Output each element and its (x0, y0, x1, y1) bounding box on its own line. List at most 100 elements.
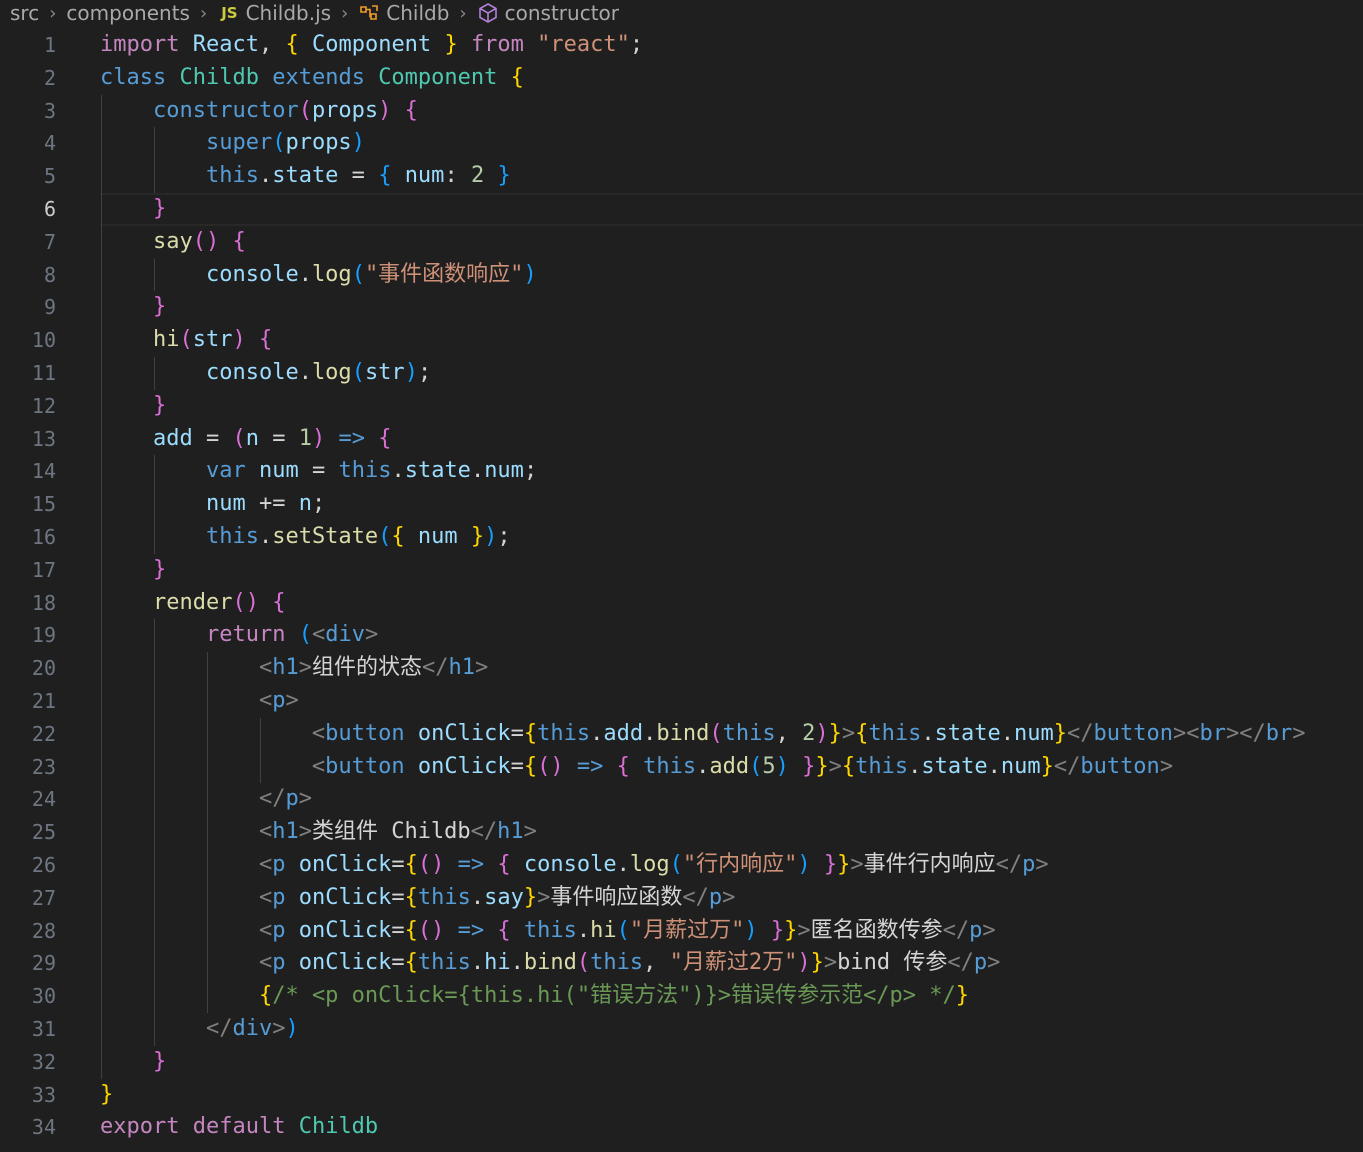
code-line[interactable]: 29 <p onClick={this.hi.bind(this, "月薪过2万… (0, 947, 1363, 981)
code-text: {/* <p onClick={this.hi("错误方法")}>错误传参示范<… (100, 980, 969, 1013)
code-line[interactable]: 7 say() { (0, 225, 1363, 259)
code-token: > (1292, 720, 1306, 746)
code-token: </ (205, 1015, 233, 1041)
code-line[interactable]: 4 super(props) (0, 127, 1363, 161)
code-line[interactable]: 2 class Childb extends Component { (0, 62, 1363, 95)
breadcrumb-item-file[interactable]: JS Childb.js (207, 1, 331, 25)
code-token: this (205, 523, 259, 549)
code-token: from (470, 32, 524, 57)
code-line[interactable]: 24 </p> (0, 783, 1363, 817)
code-line[interactable]: 1 import React, { Component } from "react… (0, 29, 1363, 62)
code-line[interactable]: 27 <p onClick={this.say}>事件响应函数</p> (0, 881, 1363, 915)
code-line[interactable]: 21 <p> (0, 684, 1363, 718)
breadcrumb-item-method[interactable]: constructor (477, 1, 619, 25)
code-token: => (576, 753, 604, 779)
code-token: ; (417, 359, 432, 385)
code-text: <h1>组件的状态</h1> (100, 652, 488, 685)
code-line[interactable]: 19 return (<div> (0, 619, 1363, 653)
code-token: { (378, 163, 392, 189)
code-text: <h1>类组件 Childb</h1> (100, 816, 537, 849)
line-number: 12 (31, 393, 56, 418)
code-token: num (258, 458, 299, 484)
javascript-file-icon: JS (221, 4, 238, 22)
breadcrumb-item-components[interactable]: components (66, 1, 190, 25)
code-line[interactable]: 30 {/* <p onClick={this.hi("错误方法")}>错误传参… (0, 980, 1363, 1013)
code-line[interactable]: 17 } (0, 553, 1363, 587)
code-text: class Childb extends Component { (100, 62, 524, 95)
code-line[interactable]: 26 <p onClick={() => { console.log("行内响应… (0, 848, 1363, 882)
code-text: } (100, 1079, 113, 1112)
code-text: import React, { Component } from "react"… (100, 29, 643, 62)
code-token: { (391, 523, 405, 549)
code-editor[interactable]: 1 import React, { Component } from "react… (0, 29, 1363, 1152)
code-token: < (258, 950, 273, 976)
code-line[interactable]: 18 render() { (0, 586, 1363, 620)
code-line[interactable]: 10 hi(str) { (0, 324, 1363, 357)
code-token: 类组件 Childb (311, 819, 471, 845)
breadcrumb-item-src[interactable]: src (10, 1, 39, 25)
code-line[interactable]: 8 console.log("事件函数响应") (0, 258, 1363, 292)
code-text: <p onClick={this.hi.bind(this, "月薪过2万")}… (100, 947, 1000, 980)
code-token: p (272, 917, 286, 943)
line-number: 11 (31, 360, 56, 385)
code-token: ) (775, 753, 789, 779)
code-line[interactable]: 16 this.setState({ num }); (0, 520, 1363, 554)
line-number: 29 (31, 951, 56, 976)
code-token: > (797, 917, 811, 943)
code-token: /* <p onClick={this.hi("错误方法")}>错误传参示范</… (272, 983, 956, 1009)
code-token: return (205, 622, 286, 648)
code-line[interactable]: 9 } (0, 291, 1363, 325)
code-line[interactable]: 31 </div>) (0, 1012, 1363, 1046)
code-line[interactable]: 5 this.state = { num: 2 } (0, 160, 1363, 193)
code-line[interactable]: 34 export default Childb (0, 1111, 1363, 1144)
code-token: () (537, 753, 564, 779)
code-token: onClick (417, 720, 511, 746)
code-line[interactable]: 22 <button onClick={this.add.bind(this, … (0, 717, 1363, 751)
code-text: var num = this.state.num; (100, 455, 537, 488)
code-token: : (444, 163, 471, 189)
code-line[interactable]: 25 <h1>类组件 Childb</h1> (0, 816, 1363, 849)
code-token: > (1035, 851, 1049, 877)
code-token: ) (797, 950, 811, 976)
code-line[interactable]: 33} (0, 1079, 1363, 1112)
breadcrumb-item-class[interactable]: Childb (358, 1, 449, 25)
code-text: constructor(props) { (100, 95, 418, 128)
code-token: onClick (417, 753, 511, 779)
line-number: 14 (31, 459, 56, 484)
line-number: 30 (31, 984, 56, 1009)
line-number: 26 (31, 852, 56, 877)
method-cube-icon (477, 2, 499, 24)
code-token: > (982, 917, 996, 943)
code-token: < (258, 851, 273, 877)
code-line[interactable]: 14 var num = this.state.num; (0, 455, 1363, 489)
code-line[interactable]: 3 constructor(props) { (0, 94, 1363, 128)
code-token: } (470, 523, 485, 549)
line-number: 25 (31, 820, 56, 845)
code-token: num (417, 523, 458, 549)
code-line[interactable]: 13 add = (n = 1) => { (0, 422, 1363, 456)
code-line[interactable]: 20 <h1>组件的状态</h1> (0, 652, 1363, 685)
code-token: = (391, 884, 405, 910)
code-token: > (272, 1015, 286, 1041)
code-token: . (696, 753, 710, 779)
code-line[interactable]: 11 console.log(str); (0, 356, 1363, 390)
code-line[interactable]: 12 } (0, 389, 1363, 423)
code-line[interactable]: 23 <button onClick={() => { this.add(5) … (0, 750, 1363, 784)
code-token: </ (682, 884, 709, 910)
code-token: ) (815, 720, 829, 746)
code-token: str (364, 359, 405, 385)
code-line[interactable]: 6 } (0, 192, 1363, 226)
code-line[interactable]: 28 <p onClick={() => { this.hi("月薪过万") }… (0, 914, 1363, 948)
code-line[interactable]: 15 num += n; (0, 488, 1363, 521)
code-token: ) (311, 425, 326, 451)
code-line[interactable]: 32 } (0, 1045, 1363, 1079)
